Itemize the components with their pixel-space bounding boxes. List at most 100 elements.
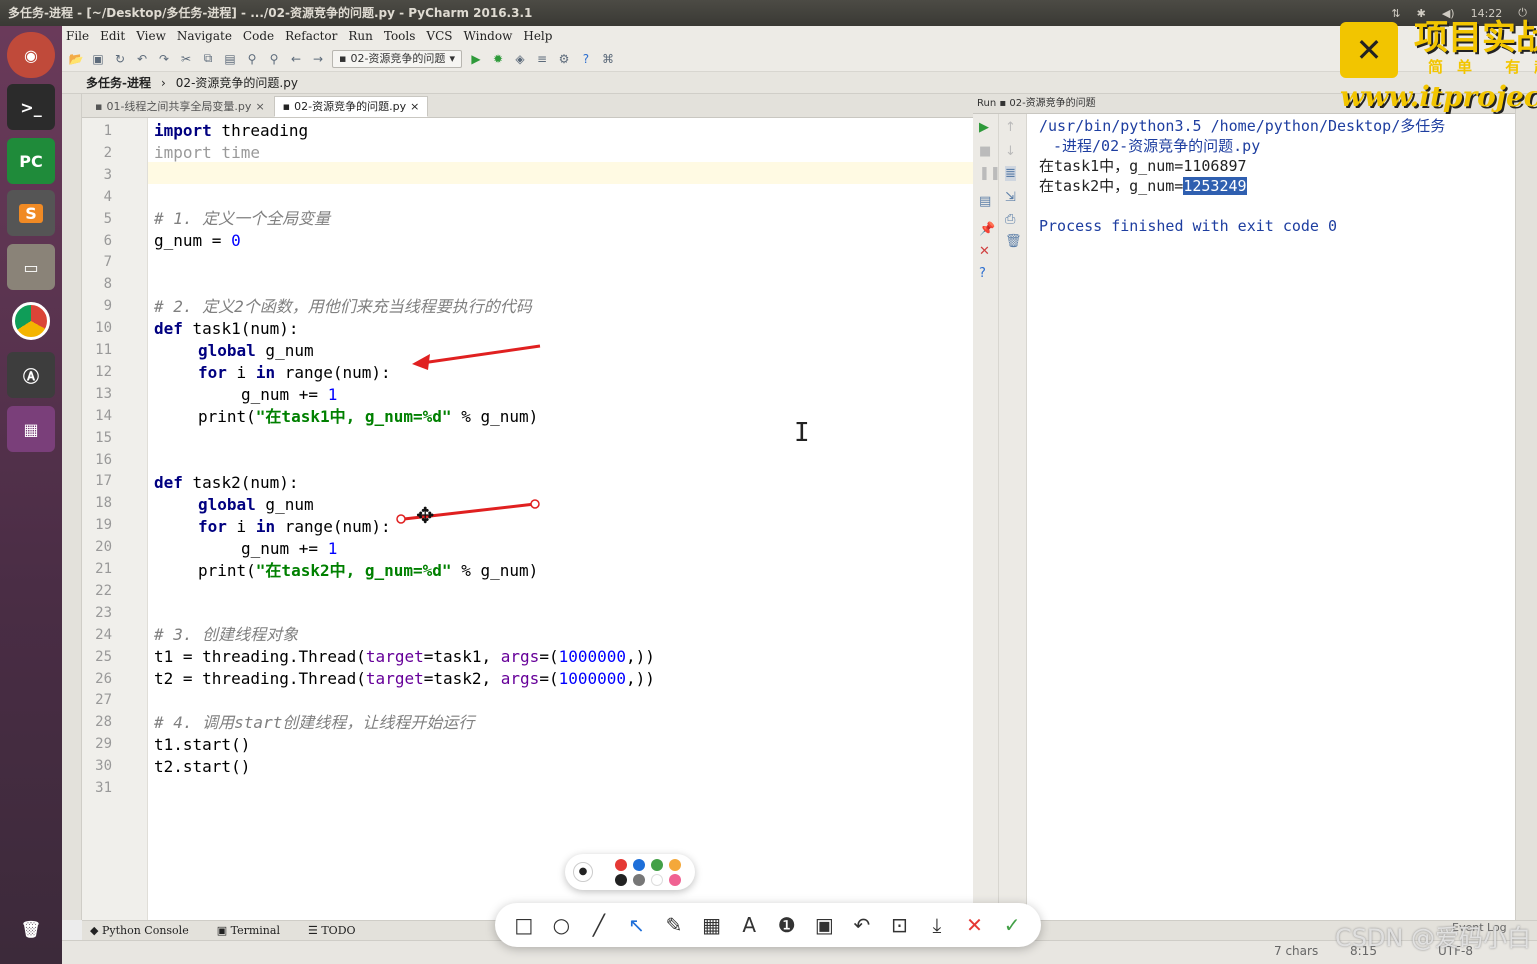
code-editor[interactable]: 1 2 3 4 5 6 7 8 9 10 11 12 13 14 15 16 17 18 19 20 21 22 23 24 2… (82, 118, 1053, 920)
todo-tab[interactable]: ☰ TODO (308, 924, 356, 937)
watermark-logo: ✕ 项目实战 简单 有趣 www.itproject (1336, 0, 1537, 113)
selected-text[interactable]: 1253249 (1183, 177, 1247, 195)
run-config-label: 02-资源竞争的问题 (350, 51, 446, 65)
color-orange[interactable] (669, 859, 681, 871)
copy-icon[interactable]: ⧉ (200, 51, 216, 67)
help-icon[interactable]: ? (979, 266, 986, 281)
undo-icon[interactable]: ↶ (134, 51, 150, 67)
color-pink[interactable] (669, 874, 681, 886)
menu-tools[interactable]: Tools (384, 29, 416, 43)
close-icon[interactable]: ✕ (979, 244, 990, 259)
arrow-handle[interactable] (530, 499, 540, 509)
forward-icon[interactable]: → (310, 51, 326, 67)
clear-icon[interactable]: 🗑 (1005, 234, 1022, 249)
trash-icon[interactable]: 🗑 (7, 906, 55, 952)
workspace-switcher-icon[interactable]: ▦ (7, 406, 55, 452)
right-tool-strip (1515, 94, 1537, 920)
tab-file-01[interactable]: ▪ 01-线程之间共享全局变量.py × (86, 96, 274, 117)
scroll-down-icon[interactable]: ↓ (1005, 144, 1016, 159)
line-tool-icon[interactable]: ╱ (585, 911, 613, 939)
run-config-select[interactable]: ▪ 02-资源竞争的问题 ▾ (332, 49, 462, 68)
coverage-icon[interactable]: ◈ (512, 51, 528, 67)
text-tool-icon[interactable]: A (735, 911, 763, 939)
rerun-icon[interactable]: ▶ (979, 120, 989, 135)
run-console[interactable]: /usr/bin/python3.5 /home/python/Desktop/… (1027, 114, 1515, 920)
console-toolbar: ↑ ↓ ≣ ⇲ ⎙ 🗑 (999, 114, 1027, 920)
pause-icon[interactable]: ❚❚ (979, 166, 1001, 181)
pen-tool-icon[interactable]: ✎ (660, 911, 688, 939)
arrow-handle[interactable] (396, 514, 406, 524)
stop-icon[interactable]: ■ (979, 144, 991, 159)
terminal-icon[interactable]: >_ (7, 84, 55, 130)
python-icon: ◆ (90, 924, 102, 937)
print-icon[interactable]: ⎙ (1005, 212, 1015, 227)
pycharm-icon[interactable]: PC (7, 138, 55, 184)
file-manager-icon[interactable]: ▭ (7, 244, 55, 290)
help-icon[interactable]: ? (578, 51, 594, 67)
python-console-tab[interactable]: ◆ Python Console (90, 924, 189, 937)
mosaic-tool-icon[interactable]: ▦ (698, 911, 726, 939)
scroll-end-icon[interactable]: ⇲ (1005, 190, 1016, 205)
console-exit-message: Process finished with exit code 0 (1039, 217, 1338, 235)
color-gray[interactable] (633, 874, 645, 886)
profile-icon[interactable]: ≡ (534, 51, 550, 67)
run-label: Run (977, 98, 997, 109)
close-icon[interactable]: × (255, 96, 264, 117)
open-icon[interactable]: 📂 (68, 51, 84, 67)
left-tool-strip (62, 94, 82, 920)
color-blue[interactable] (633, 859, 645, 871)
brush-size-button[interactable]: ● (573, 862, 593, 882)
confirm-icon[interactable]: ✓ (998, 911, 1026, 939)
rectangle-tool-icon[interactable]: □ (510, 911, 538, 939)
color-red[interactable] (615, 859, 627, 871)
menu-edit[interactable]: Edit (100, 29, 125, 43)
download-icon[interactable]: ⤓ (923, 911, 951, 939)
soft-wrap-icon[interactable]: ≣ (1005, 166, 1016, 181)
color-black[interactable] (615, 874, 627, 886)
color-green[interactable] (651, 859, 663, 871)
cancel-icon[interactable]: ✕ (961, 911, 989, 939)
menu-view[interactable]: View (136, 29, 166, 43)
menu-window[interactable]: Window (463, 29, 512, 43)
replace-icon[interactable]: ⚲ (266, 51, 282, 67)
pin-icon[interactable]: 📌 (979, 222, 995, 237)
settings-icon[interactable]: ⚙ (556, 51, 572, 67)
paste-icon[interactable]: ▤ (222, 51, 238, 67)
sync-icon[interactable]: ↻ (112, 51, 128, 67)
menu-run[interactable]: Run (348, 29, 373, 43)
layout-icon[interactable]: ▤ (979, 194, 991, 209)
cut-icon[interactable]: ✂ (178, 51, 194, 67)
scroll-up-icon[interactable]: ↑ (1005, 120, 1016, 135)
menu-navigate[interactable]: Navigate (177, 29, 232, 43)
menu-vcs[interactable]: VCS (426, 29, 452, 43)
find-icon[interactable]: ⚲ (244, 51, 260, 67)
software-updater-icon[interactable]: Ⓐ (7, 352, 55, 398)
number-tool-icon[interactable]: ❶ (773, 911, 801, 939)
breadcrumb-file[interactable]: 02-资源竞争的问题.py (176, 74, 308, 91)
debug-icon[interactable]: ✹ (490, 51, 506, 67)
console-command-cont: -进程/02-资源竞争的问题.py (1053, 137, 1261, 155)
color-white[interactable] (651, 874, 663, 886)
python-console-icon[interactable]: ⌘ (600, 51, 616, 67)
pin-screen-icon[interactable]: ⊡ (885, 911, 913, 939)
chrome-icon[interactable] (7, 298, 55, 344)
run-icon[interactable]: ▶ (468, 51, 484, 67)
console-output-1: 在task1中，g_num=1106897 (1039, 157, 1247, 175)
sublime-icon[interactable]: S (7, 190, 55, 236)
back-icon[interactable]: ← (288, 51, 304, 67)
ubuntu-dash-icon[interactable]: ◉ (7, 32, 55, 78)
menu-help[interactable]: Help (523, 29, 552, 43)
undo-icon[interactable]: ↶ (848, 911, 876, 939)
redo-icon[interactable]: ↷ (156, 51, 172, 67)
menu-file[interactable]: File (66, 29, 89, 43)
tab-file-02[interactable]: ▪ 02-资源竞争的问题.py × (273, 96, 429, 117)
menu-refactor[interactable]: Refactor (285, 29, 337, 43)
arrow-tool-icon[interactable]: ↖ (622, 911, 650, 939)
save-icon[interactable]: ▣ (90, 51, 106, 67)
breadcrumb-project[interactable]: 多任务-进程 (86, 74, 161, 91)
terminal-tab[interactable]: ▣ Terminal (217, 924, 280, 937)
menu-code[interactable]: Code (243, 29, 274, 43)
close-icon[interactable]: × (410, 96, 419, 117)
frame-tool-icon[interactable]: ▣ (810, 911, 838, 939)
ellipse-tool-icon[interactable]: ○ (547, 911, 575, 939)
